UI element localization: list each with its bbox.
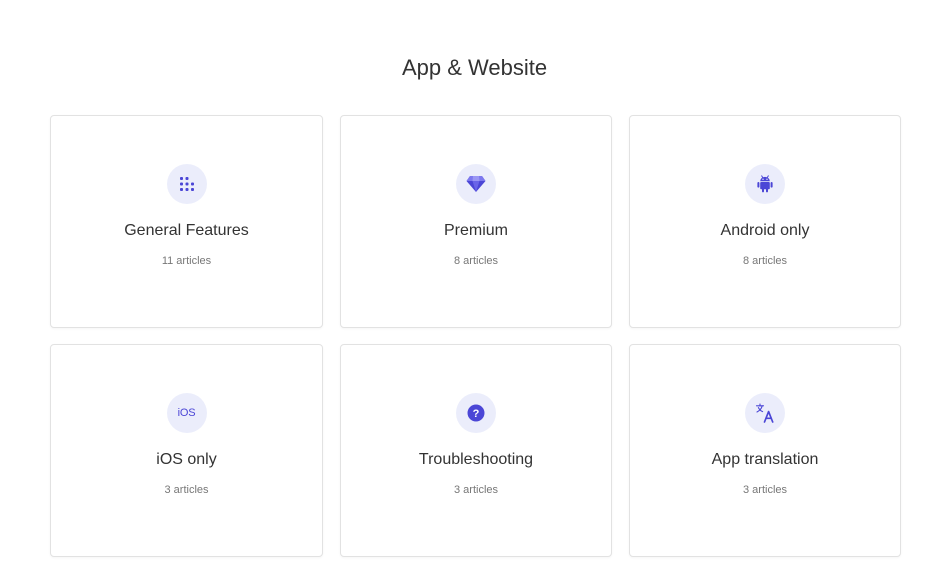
category-title: Android only [720,222,810,239]
article-count: 11 articles [161,255,212,267]
category-card-ios-only[interactable]: iOS iOS only 3 articles [50,344,323,557]
translate-icon [745,393,785,433]
category-grid: General Features 11 articles Premium 8 a… [50,115,901,557]
category-card-app-translation[interactable]: App translation 3 articles [629,344,901,557]
question-icon: ? [456,393,496,433]
article-count: 8 articles [742,255,788,267]
question-mark-glyph: ? [473,408,480,420]
category-title: General Features [124,222,249,239]
category-card-android-only[interactable]: Android only 8 articles [629,115,901,328]
diamond-icon [456,164,496,204]
grid-dots-icon [166,164,207,204]
category-card-premium[interactable]: Premium 8 articles [340,115,612,328]
category-title: Troubleshooting [418,451,534,468]
category-title: App translation [711,451,819,468]
article-count: 3 articles [453,484,499,496]
category-title: Premium [443,222,508,239]
section-title: App & Website [401,55,548,80]
ios-icon-text: iOS [177,407,196,419]
article-count: 3 articles [164,484,209,496]
ios-icon: iOS [166,393,207,433]
category-card-troubleshooting[interactable]: ? Troubleshooting 3 articles [340,344,612,557]
category-title: iOS only [156,451,217,468]
article-count: 8 articles [453,255,499,267]
article-count: 3 articles [742,484,788,496]
help-center-page: App & Website General Features 11 articl… [0,0,949,574]
category-card-general-features[interactable]: General Features 11 articles [50,115,323,328]
android-icon [745,164,785,204]
